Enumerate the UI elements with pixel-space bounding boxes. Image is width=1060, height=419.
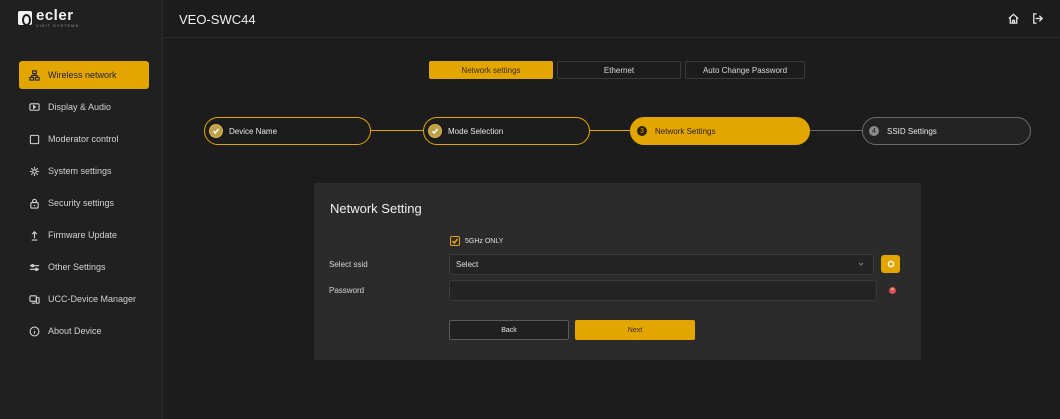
display-icon bbox=[28, 101, 40, 113]
brand-logo: ecler VISIT SYSTEMS bbox=[18, 8, 79, 28]
sidebar-item-ucc-device-manager[interactable]: UCC-Device Manager bbox=[19, 285, 149, 313]
step-network-settings[interactable]: 3 Network Settings bbox=[630, 117, 810, 145]
network-setting-panel: Network Setting 5GHz ONLY Select ssid Se… bbox=[314, 183, 921, 360]
step-device-name[interactable]: Device Name bbox=[204, 117, 371, 145]
password-label: Password bbox=[329, 286, 365, 295]
sidebar: ecler VISIT SYSTEMS Wireless network Dis… bbox=[0, 0, 163, 419]
checkbox-label: 5GHz ONLY bbox=[465, 237, 504, 245]
logout-icon[interactable] bbox=[1031, 12, 1044, 25]
gear-icon bbox=[28, 165, 40, 177]
error-icon: × bbox=[889, 287, 896, 294]
settings-tabs: Network settings Ethernet Auto Change Pa… bbox=[429, 61, 805, 79]
back-button[interactable]: Back bbox=[449, 320, 569, 340]
step-connector bbox=[810, 130, 862, 131]
panel-title: Network Setting bbox=[330, 201, 422, 216]
sliders-icon bbox=[28, 261, 40, 273]
upload-icon bbox=[28, 229, 40, 241]
password-input[interactable] bbox=[450, 282, 876, 301]
square-icon bbox=[28, 133, 40, 145]
step-connector bbox=[370, 130, 423, 131]
5ghz-only-checkbox[interactable] bbox=[450, 236, 460, 246]
sidebar-item-label: Firmware Update bbox=[48, 230, 118, 240]
devices-icon bbox=[28, 293, 40, 305]
sidebar-item-label: UCC-Device Manager bbox=[48, 294, 137, 304]
sidebar-item-system-settings[interactable]: System settings bbox=[19, 157, 149, 185]
next-button[interactable]: Next bbox=[575, 320, 695, 340]
refresh-ssid-button[interactable] bbox=[881, 255, 900, 273]
sidebar-item-firmware-update[interactable]: Firmware Update bbox=[19, 221, 149, 249]
sidebar-item-other-settings[interactable]: Other Settings bbox=[19, 253, 149, 281]
step-number: 4 bbox=[869, 126, 879, 136]
brand-name: ecler bbox=[36, 7, 74, 24]
sidebar-item-moderator-control[interactable]: Moderator control bbox=[19, 125, 149, 153]
brand-tagline: VISIT SYSTEMS bbox=[36, 23, 80, 28]
step-label: SSID Settings bbox=[887, 126, 937, 136]
sidebar-item-label: About Device bbox=[48, 326, 102, 336]
step-label: Network Settings bbox=[655, 126, 716, 136]
tab-network-settings[interactable]: Network settings bbox=[429, 61, 553, 79]
sidebar-item-label: Moderator control bbox=[48, 134, 119, 144]
ssid-label: Select ssid bbox=[329, 260, 368, 269]
refresh-icon bbox=[887, 260, 894, 268]
check-icon bbox=[428, 124, 442, 138]
info-icon bbox=[28, 325, 40, 337]
wizard-stepper: Device Name Mode Selection 3 Network Set… bbox=[204, 117, 1031, 145]
step-number: 3 bbox=[637, 126, 647, 136]
sidebar-item-display-audio[interactable]: Display & Audio bbox=[19, 93, 149, 121]
sidebar-item-wireless-network[interactable]: Wireless network bbox=[19, 61, 149, 89]
sidebar-item-security-settings[interactable]: Security settings bbox=[19, 189, 149, 217]
sidebar-item-label: Display & Audio bbox=[48, 102, 112, 112]
ssid-select[interactable]: Select bbox=[449, 254, 874, 275]
sidebar-item-label: Wireless network bbox=[48, 70, 117, 80]
step-mode-selection[interactable]: Mode Selection bbox=[423, 117, 590, 145]
step-connector bbox=[590, 130, 630, 131]
tab-ethernet[interactable]: Ethernet bbox=[557, 61, 681, 79]
ssid-select-value: Select bbox=[456, 260, 479, 269]
sidebar-item-label: Other Settings bbox=[48, 262, 106, 272]
sidebar-item-about-device[interactable]: About Device bbox=[19, 317, 149, 345]
sidebar-nav: Wireless network Display & Audio Moderat… bbox=[19, 61, 149, 349]
home-icon[interactable] bbox=[1007, 12, 1020, 25]
step-label: Device Name bbox=[229, 126, 278, 136]
5ghz-only-option: 5GHz ONLY bbox=[450, 236, 503, 246]
page-title: VEO-SWC44 bbox=[179, 12, 256, 27]
logo-mark-icon bbox=[18, 11, 32, 26]
password-field-wrapper bbox=[449, 280, 877, 301]
sidebar-item-label: System settings bbox=[48, 166, 112, 176]
sidebar-item-label: Security settings bbox=[48, 198, 115, 208]
step-ssid-settings[interactable]: 4 SSID Settings bbox=[862, 117, 1031, 145]
network-icon bbox=[28, 69, 40, 81]
lock-icon bbox=[28, 197, 40, 209]
tab-auto-change-password[interactable]: Auto Change Password bbox=[685, 61, 805, 79]
header: VEO-SWC44 bbox=[164, 0, 1060, 38]
chevron-down-icon bbox=[857, 260, 865, 268]
check-icon bbox=[209, 124, 223, 138]
step-label: Mode Selection bbox=[448, 126, 504, 136]
